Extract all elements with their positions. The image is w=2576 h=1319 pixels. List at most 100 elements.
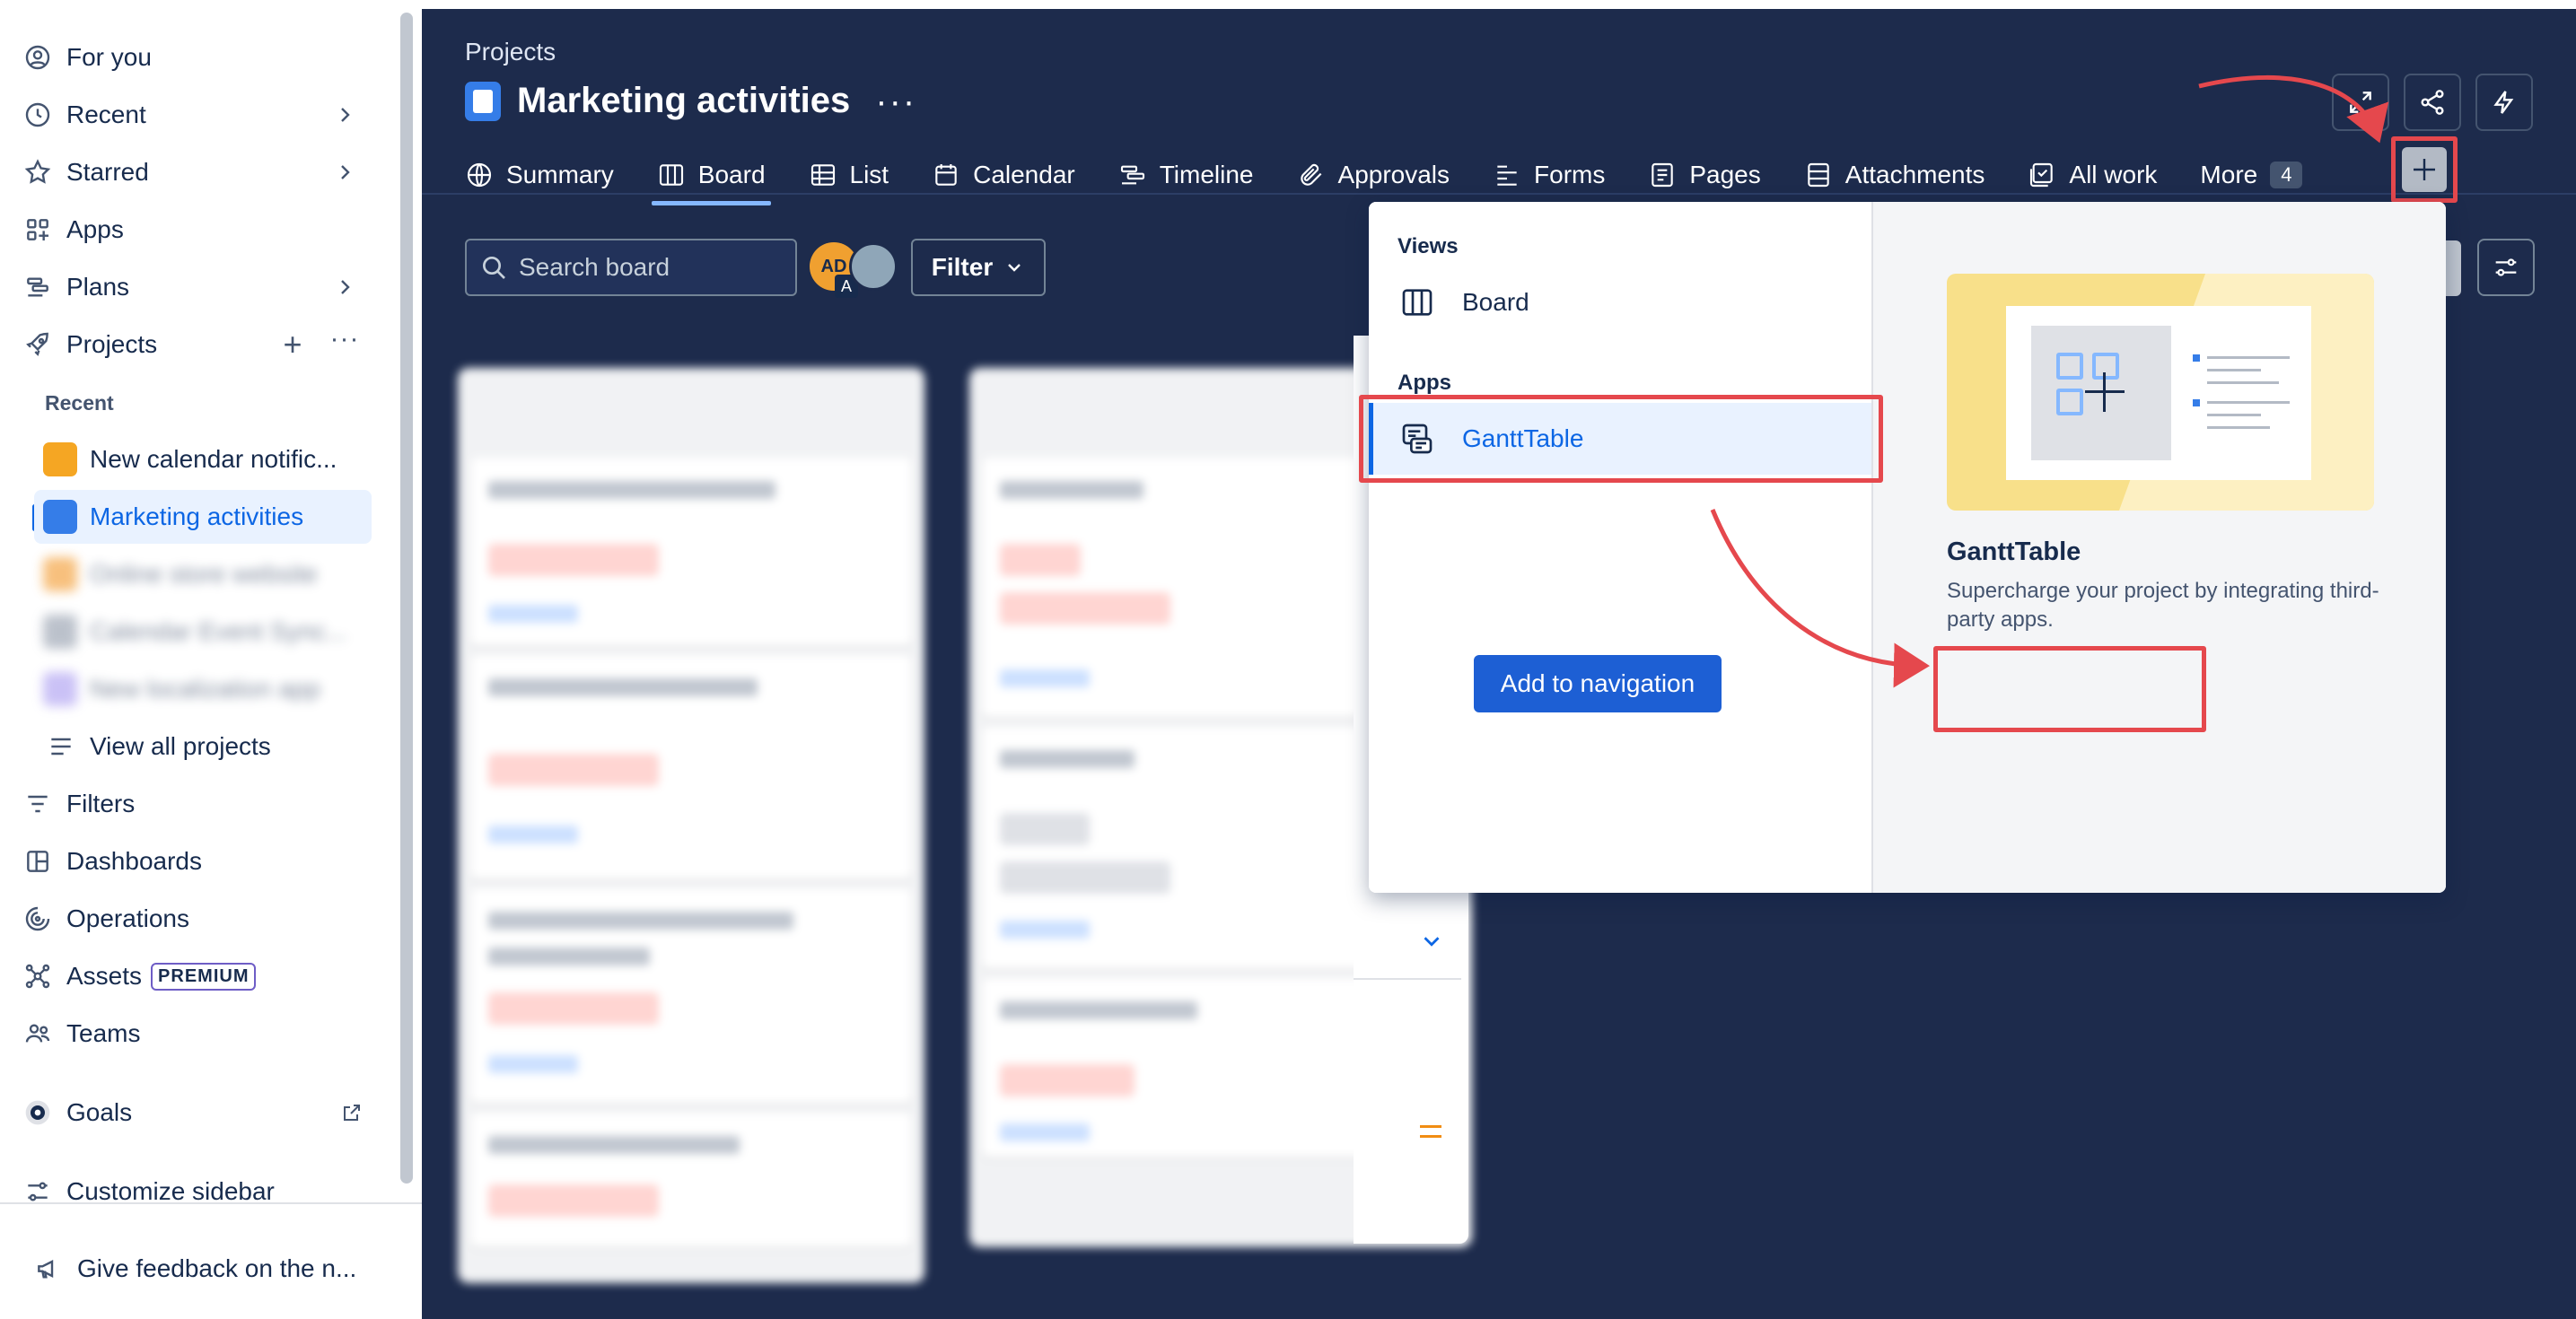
lightning-icon [2493, 91, 2514, 114]
tab-label: Forms [1534, 161, 1606, 188]
app-description: Supercharge your project by integrating … [1947, 579, 2379, 632]
megaphone-icon [32, 1253, 65, 1285]
search-icon [483, 257, 505, 279]
board-settings-button[interactable] [2477, 239, 2535, 296]
views-heading: Views [1398, 234, 1459, 258]
chevron-right-icon[interactable] [329, 99, 361, 131]
filter-button[interactable]: Filter [911, 239, 1046, 296]
recent-project-item[interactable]: New localization app [34, 662, 372, 716]
external-link-icon[interactable] [336, 1096, 368, 1129]
plans-icon [22, 271, 54, 303]
sidebar-item-label: Operations [66, 904, 189, 932]
project-name: Calendar Event Sync... [90, 617, 347, 645]
sidebar-item-filters[interactable]: Filters [22, 781, 135, 827]
project-icon [465, 81, 501, 121]
user-circle-icon [22, 41, 54, 74]
sidebar-item-label: Plans [66, 273, 130, 301]
more-count-badge: 4 [2270, 162, 2303, 188]
filter-label: Filter [931, 253, 994, 281]
search-board-input[interactable]: Search board [465, 239, 797, 296]
sidebar-item-goals[interactable]: Goals [22, 1089, 132, 1136]
sidebar-item-projects[interactable]: Projects [22, 321, 157, 368]
sidebar-item-label: For you [66, 43, 152, 71]
app-detail-panel: GanttTable Supercharge your project by i… [1871, 202, 2446, 893]
project-name: Online store website [90, 560, 318, 588]
sidebar-item-label: Starred [66, 158, 149, 186]
sidebar-item-teams[interactable]: Teams [22, 1010, 140, 1057]
timeline-icon [1120, 165, 1144, 185]
board-card[interactable] [470, 888, 912, 1104]
priority-medium-icon [1420, 1125, 1441, 1138]
filter-icon [22, 788, 54, 820]
sidebar-item-assets[interactable]: Assets PREMIUM [22, 953, 257, 1000]
chevron-right-icon[interactable] [329, 271, 361, 303]
board-card[interactable] [470, 458, 912, 646]
sidebar-item-starred[interactable]: Starred [22, 149, 149, 196]
recent-project-item[interactable]: Online store website [34, 547, 372, 601]
board-card[interactable] [470, 655, 912, 879]
list-icon [810, 164, 835, 186]
chevron-right-icon[interactable] [329, 156, 361, 188]
add-project-icon[interactable]: + [276, 328, 309, 361]
view-all-projects[interactable]: View all projects [45, 723, 271, 770]
project-name: New calendar notific... [90, 445, 337, 473]
board-icon [1402, 289, 1433, 316]
share-button[interactable] [2404, 74, 2461, 131]
rocket-icon [22, 328, 54, 361]
page-title: Marketing activities [517, 81, 851, 120]
view-option-board[interactable]: Board [1369, 266, 1871, 338]
sidebar-item-customize[interactable]: Customize sidebar [22, 1168, 275, 1215]
more-options-icon[interactable]: ··· [327, 323, 363, 355]
sidebar-item-dashboards[interactable]: Dashboards [22, 838, 202, 885]
tab-label: List [849, 161, 889, 188]
sidebar-item-recent[interactable]: Recent [22, 92, 146, 138]
avatar[interactable] [849, 242, 898, 291]
sidebar-item-label: Assets [66, 962, 143, 990]
attachments-icon [1808, 162, 1829, 188]
automation-button[interactable] [2475, 74, 2533, 131]
recent-project-item-active[interactable]: Marketing activities [34, 490, 372, 544]
premium-badge: PREMIUM [151, 962, 257, 991]
sidebar-item-label: Dashboards [66, 847, 202, 875]
app-name: GanttTable [1947, 537, 2081, 566]
board-card[interactable] [470, 1113, 912, 1247]
fullscreen-button[interactable] [2332, 74, 2389, 131]
recent-project-item[interactable]: New calendar notific... [34, 432, 372, 486]
list-lines-icon [45, 730, 77, 763]
chevron-down-icon[interactable] [1418, 928, 1445, 955]
sidebar-item-label: Apps [66, 215, 124, 243]
recent-project-item[interactable]: Calendar Event Sync... [34, 605, 372, 659]
tab-label: Approvals [1337, 161, 1450, 188]
page-header: Marketing activities ··· [465, 81, 916, 121]
chevron-down-icon [1008, 264, 1021, 272]
tabs-divider [422, 193, 2576, 195]
add-to-navigation-button[interactable]: Add to navigation [1474, 655, 1722, 712]
sidebar-item-operations[interactable]: Operations [22, 895, 189, 942]
all-work-icon [2030, 162, 2054, 188]
card-divider [1354, 978, 1461, 980]
project-avatar [43, 615, 77, 649]
sidebar-item-label: Teams [66, 1019, 141, 1047]
sidebar-item-for-you[interactable]: For you [22, 34, 152, 81]
give-feedback-button[interactable]: Give feedback on the n... [32, 1245, 356, 1292]
breadcrumb[interactable]: Projects [465, 38, 556, 66]
globe-icon [467, 162, 492, 188]
add-view-popup: Views Board Apps GanttTable GanttTable S… [1369, 202, 2446, 893]
popup-menu: Views Board Apps GanttTable [1369, 202, 1871, 893]
tab-label: Timeline [1159, 161, 1254, 188]
sidebar-item-label: Recent [66, 100, 146, 128]
tab-label: Board [697, 161, 766, 188]
sidebar-item-plans[interactable]: Plans [22, 264, 129, 310]
tab-label: Summary [506, 161, 614, 188]
more-actions-icon[interactable]: ··· [875, 83, 916, 119]
sidebar-item-label: View all projects [90, 732, 271, 760]
assets-icon [22, 960, 54, 992]
sidebar-item-label: Filters [66, 790, 136, 817]
calendar-icon [935, 164, 957, 186]
project-name: New localization app [90, 675, 320, 703]
sidebar-scrollbar[interactable] [400, 13, 413, 1184]
avatar-badge-letter: A [840, 276, 852, 295]
tab-label: All work [2069, 161, 2158, 188]
sidebar-item-apps[interactable]: Apps [22, 206, 124, 253]
operations-icon [22, 903, 54, 935]
